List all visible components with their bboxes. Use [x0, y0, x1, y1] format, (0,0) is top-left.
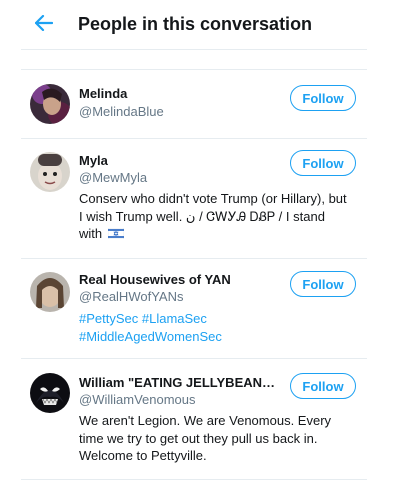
user-name[interactable]: William "EATING JELLYBEANS" ... [79, 375, 279, 390]
israel-flag-icon [107, 228, 124, 239]
user-handle[interactable]: @MelindaBlue [79, 104, 164, 119]
bio-line: with [79, 226, 103, 241]
follow-button[interactable]: Follow [290, 271, 356, 297]
bio-line: Welcome to Pettyville. [79, 448, 207, 463]
user-name[interactable]: Melinda [79, 86, 279, 101]
user-item-myla[interactable]: Myla @MewMyla Follow Conserv who didn't … [21, 139, 367, 259]
bio-line: We aren't Legion. We are Venomous. Every [79, 413, 332, 428]
bio-line: I wish Trump well. ن / ᏣᎳᎩᎯ ᎠᏰᏢ / I stan… [79, 208, 325, 224]
arrow-left-icon [35, 15, 53, 31]
page-title: People in this conversation [78, 14, 313, 34]
user-item-melinda[interactable]: Melinda @MelindaBlue Follow [21, 70, 367, 139]
back-button[interactable] [33, 12, 55, 34]
user-name[interactable]: Real Housewives of YAN [79, 272, 279, 287]
follow-button[interactable]: Follow [290, 373, 356, 399]
header-bar: People in this conversation [21, 0, 367, 50]
user-item-williamvenomous[interactable]: William "EATING JELLYBEANS" ... @William… [21, 359, 367, 480]
user-bio: #PettySec #LlamaSec #MiddleAgedWomenSec [79, 310, 359, 345]
user-name[interactable]: Myla [79, 153, 279, 168]
user-handle[interactable]: @MewMyla [79, 170, 147, 185]
user-handle[interactable]: @RealHWofYANs [79, 289, 183, 304]
avatar[interactable] [30, 152, 70, 192]
conversation-people-panel: People in this conversation Melinda @Mel… [21, 0, 367, 493]
hashtag-link[interactable]: #MiddleAgedWomenSec [79, 328, 359, 346]
list-item-partial [21, 49, 367, 70]
user-bio: Conserv who didn't vote Trump (or Hillar… [79, 190, 359, 243]
hashtag-link[interactable]: #PettySec #LlamaSec [79, 310, 359, 328]
avatar[interactable] [30, 84, 70, 124]
user-handle[interactable]: @WilliamVenomous [79, 392, 196, 407]
user-item-realhwofyans[interactable]: Real Housewives of YAN @RealHWofYANs Fol… [21, 259, 367, 359]
avatar[interactable] [30, 373, 70, 413]
follow-button[interactable]: Follow [290, 150, 356, 176]
bio-line: Conserv who didn't vote Trump (or Hillar… [79, 191, 347, 206]
user-bio: We aren't Legion. We are Venomous. Every… [79, 412, 359, 465]
follow-button[interactable]: Follow [290, 85, 356, 111]
avatar[interactable] [30, 272, 70, 312]
bio-line-with-flag: with [79, 225, 359, 243]
bio-line: time we try to get out they pull us back… [79, 430, 318, 446]
